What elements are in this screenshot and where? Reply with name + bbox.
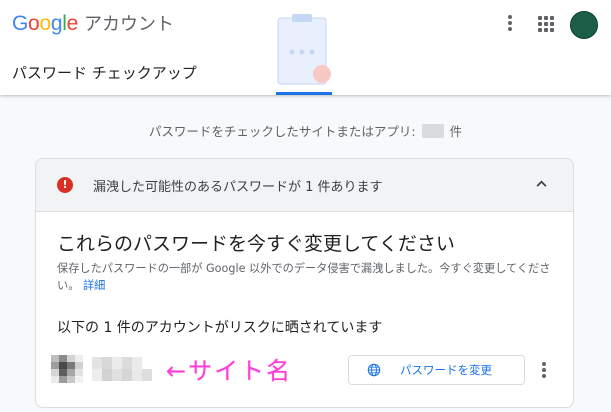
apps-grid-icon[interactable] — [538, 16, 554, 32]
row-more-vert-icon[interactable] — [537, 360, 551, 380]
description-text: 保存したパスワードの一部が Google 以外でのデータ侵害で漏洩しました。今す… — [57, 262, 551, 292]
logo-letter: g — [50, 12, 63, 35]
top-app-bar: Google アカウント パスワード チェックアップ — [0, 0, 611, 95]
chevron-up-icon[interactable] — [536, 180, 547, 187]
more-vert-icon[interactable] — [503, 13, 517, 33]
checked-sites-summary: パスワードをチェックしたサイトまたはアプリ: 件 — [0, 121, 611, 140]
redacted-count — [421, 124, 444, 138]
page-title: パスワード チェックアップ — [12, 64, 197, 82]
card-description: 保存したパスワードの一部が Google 以外でのデータ侵害で漏洩しました。今す… — [57, 260, 557, 294]
card-header-text: 漏洩した可能性のあるパスワードが 1 件あります — [93, 180, 383, 195]
logo-letter: G — [12, 12, 29, 35]
site-favicon — [51, 355, 83, 383]
summary-prefix: パスワードをチェックしたサイトまたはアプリ: — [148, 124, 416, 139]
card-title: これらのパスワードを今すぐ変更してください — [57, 233, 455, 255]
change-password-button[interactable]: パスワードを変更 — [348, 355, 525, 385]
error-icon: ! — [57, 177, 73, 193]
redacted-site-name — [92, 357, 152, 381]
details-link[interactable]: 詳細 — [83, 279, 105, 292]
card-header[interactable]: ! 漏洩した可能性のあるパスワードが 1 件あります — [36, 159, 573, 212]
summary-suffix: 件 — [449, 124, 463, 139]
compromised-passwords-card: ! 漏洩した可能性のあるパスワードが 1 件あります これらのパスワードを今すぐ… — [35, 158, 574, 408]
logo-letter: e — [66, 12, 79, 35]
logo-letter: o — [28, 12, 40, 35]
checkup-illustration-icon — [276, 14, 332, 95]
avatar[interactable] — [570, 11, 598, 39]
site-row: ←サイト名 パスワードを変更 — [36, 347, 573, 391]
change-password-label: パスワードを変更 — [400, 363, 492, 377]
brand-suffix: アカウント — [83, 14, 174, 35]
google-account-logo[interactable]: Google アカウント — [12, 10, 174, 36]
logo-letter: o — [39, 12, 51, 35]
google-logo: Google — [12, 12, 78, 36]
site-name-annotation: ←サイト名 — [166, 357, 293, 385]
at-risk-heading: 以下の 1 件のアカウントがリスクに晒されています — [57, 320, 383, 336]
globe-icon — [367, 363, 381, 377]
